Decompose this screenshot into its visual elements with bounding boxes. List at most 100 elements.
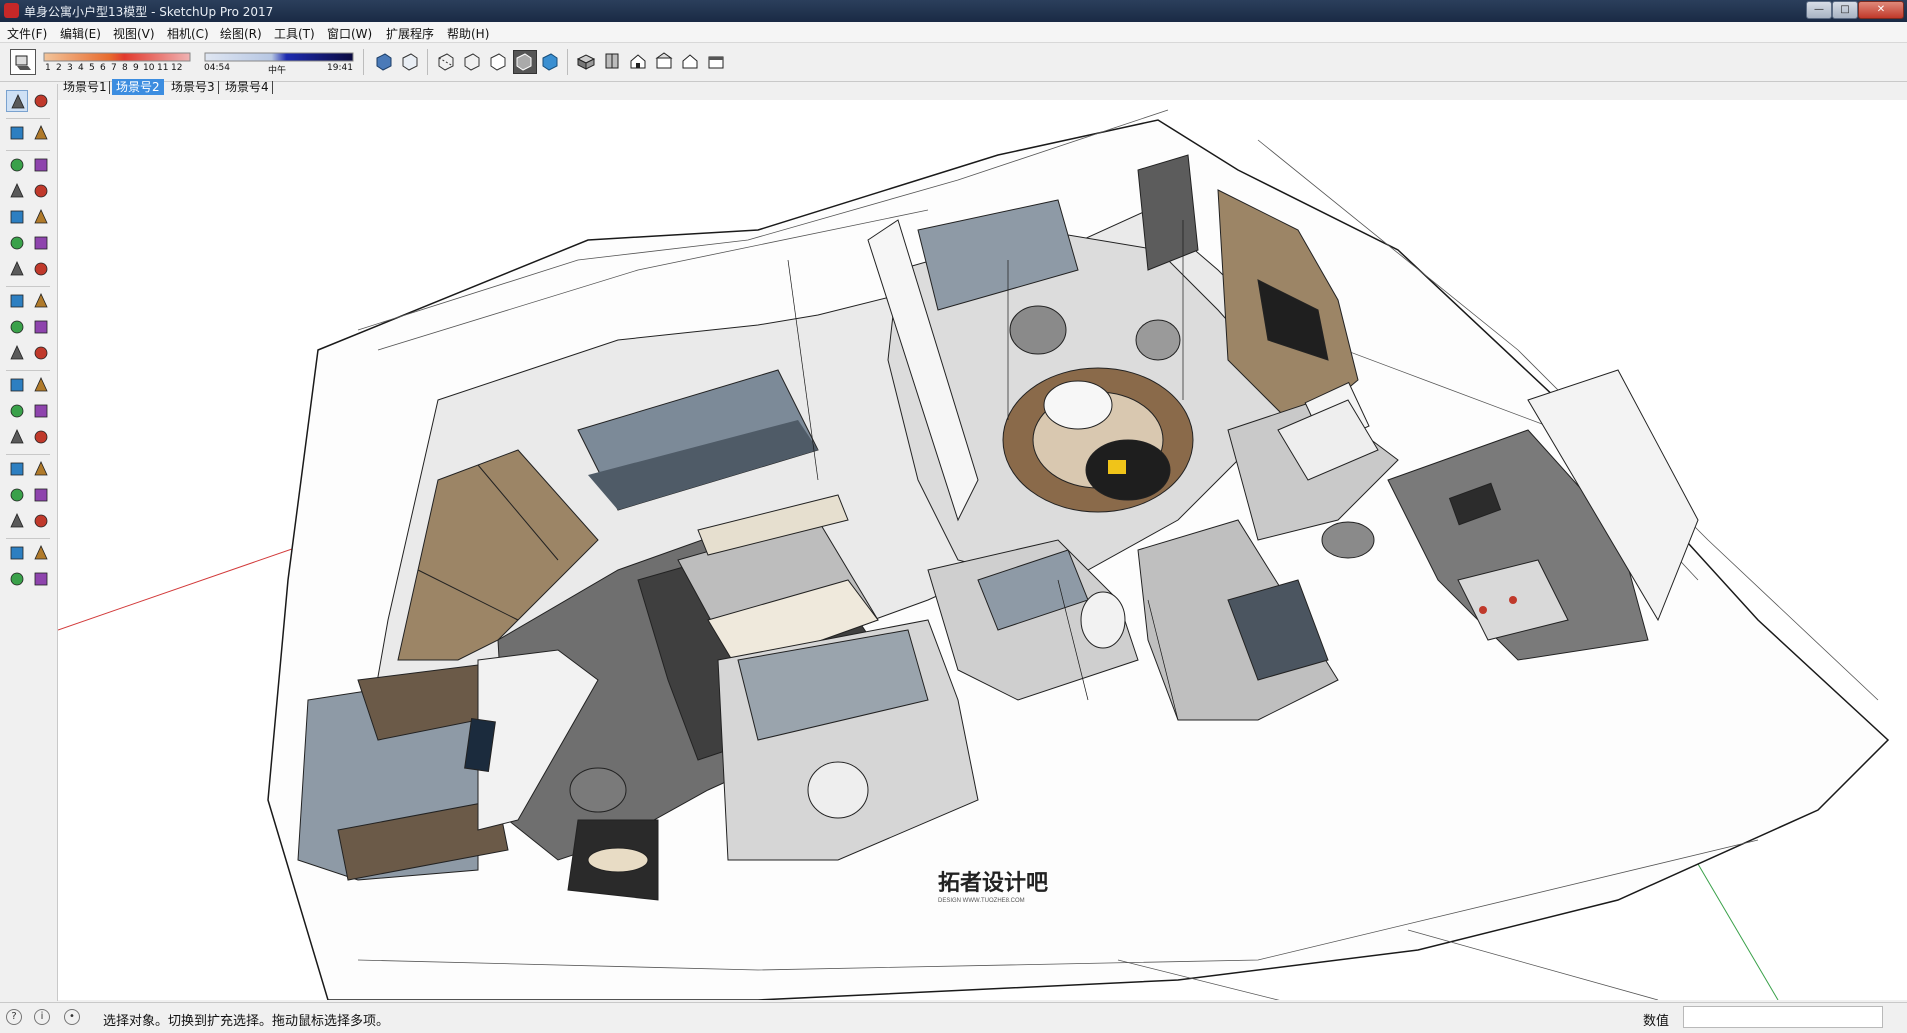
shadow-date-slider[interactable]: 1 2 3 4 5 6 7 8 9 10 11 12 (42, 49, 192, 75)
shaded-textures-style-button[interactable] (539, 50, 561, 72)
menu-file[interactable]: 文件(F) (7, 25, 47, 42)
month-tick: 6 (100, 63, 106, 73)
zoom-tool-button[interactable] (6, 484, 28, 506)
circle-tool-icon (10, 210, 24, 224)
hiddenline-style-button[interactable] (487, 50, 509, 72)
two-point-arc-icon (34, 236, 48, 250)
position-camera-icon (10, 546, 24, 560)
right-view-button[interactable] (653, 50, 675, 72)
rotate-tool-button[interactable] (6, 316, 28, 338)
fog-button[interactable] (373, 50, 395, 72)
zoom-window-button[interactable] (30, 484, 52, 506)
follow-me-button[interactable] (30, 316, 52, 338)
month-tick: 12 (171, 63, 183, 73)
scene-tab-1[interactable]: 场景号1 (59, 79, 111, 95)
push-pull-button[interactable] (30, 290, 52, 312)
menu-view[interactable]: 视图(V) (113, 25, 155, 42)
month-tick: 3 (67, 63, 73, 73)
select-tool-button[interactable] (6, 90, 28, 112)
move-tool-button[interactable] (6, 290, 28, 312)
orbit-tool-button[interactable] (6, 458, 28, 480)
geo-location-icon[interactable]: ? (6, 1009, 22, 1025)
month-tick: 10 (143, 63, 155, 73)
zoom-extents-button[interactable] (6, 510, 28, 532)
left-view-button[interactable] (705, 50, 727, 72)
axes-tool-button[interactable] (6, 426, 28, 448)
menu-help[interactable]: 帮助(H) (447, 25, 489, 42)
shadows-toggle-button[interactable] (10, 49, 36, 75)
shadows-toggle-icon (15, 55, 31, 70)
sketchup-app-icon (4, 3, 19, 18)
shaded-style-icon (516, 53, 532, 71)
3d-text-button[interactable] (30, 426, 52, 448)
backedges-style-button[interactable] (435, 50, 457, 72)
paint-bucket-button[interactable] (6, 122, 28, 144)
previous-view-button[interactable] (30, 510, 52, 532)
menu-camera[interactable]: 相机(C) (167, 25, 209, 42)
menu-tools[interactable]: 工具(T) (274, 25, 315, 42)
circle-tool-button[interactable] (6, 206, 28, 228)
minimize-button[interactable]: — (1806, 1, 1832, 19)
pie-tool-button[interactable] (30, 258, 52, 280)
menu-draw[interactable]: 绘图(R) (220, 25, 262, 42)
model-viewport[interactable]: 拓者设计吧 DESIGN WWW.TUOZHE8.COM (58, 100, 1907, 1000)
scene-tab-3[interactable]: 场景号3 (167, 79, 219, 95)
three-point-arc-button[interactable] (6, 258, 28, 280)
scene-tab-2[interactable]: 场景号2 (112, 79, 164, 95)
freehand-tool-button[interactable] (30, 154, 52, 176)
two-point-arc-button[interactable] (30, 232, 52, 254)
month-tick: 2 (56, 63, 62, 73)
zoom-window-icon (34, 488, 48, 502)
protractor-button[interactable] (6, 400, 28, 422)
section-plane-button[interactable] (30, 568, 52, 590)
shaded-style-button[interactable] (513, 50, 537, 74)
shadow-time-slider[interactable]: 04:54 中午 19:41 (203, 49, 355, 76)
walk-tool-button[interactable] (6, 568, 28, 590)
previous-view-icon (34, 514, 48, 528)
push-pull-icon (34, 293, 48, 308)
line-tool-button[interactable] (6, 154, 28, 176)
shadow-date-gradient (43, 52, 191, 62)
dimension-tool-button[interactable] (30, 374, 52, 396)
measurements-input[interactable] (1683, 1006, 1883, 1028)
tape-measure-button[interactable] (6, 374, 28, 396)
offset-tool-button[interactable] (30, 342, 52, 364)
iso-view-button[interactable] (575, 50, 597, 72)
rotated-rectangle-button[interactable] (30, 180, 52, 202)
close-button[interactable]: ✕ (1858, 1, 1904, 19)
front-view-button[interactable] (627, 50, 649, 72)
position-camera-button[interactable] (6, 542, 28, 564)
tool-group-separator (6, 118, 50, 119)
info-icon[interactable]: i (34, 1009, 50, 1025)
eraser-button[interactable] (30, 122, 52, 144)
look-around-button[interactable] (30, 542, 52, 564)
look-around-icon (34, 545, 48, 560)
pie-tool-icon (34, 262, 48, 276)
arc-tool-button[interactable] (6, 232, 28, 254)
xray-style-button[interactable] (399, 50, 421, 72)
desk-chair (569, 767, 627, 813)
polygon-tool-button[interactable] (30, 206, 52, 228)
scene-tab-4[interactable]: 场景号4 (221, 79, 273, 95)
wireframe-style-button[interactable] (461, 50, 483, 72)
top-view-button[interactable] (601, 50, 623, 72)
minimize-icon: — (1814, 4, 1824, 15)
rectangle-tool-button[interactable] (6, 180, 28, 202)
maximize-button[interactable]: □ (1832, 1, 1858, 19)
red-axis-line (58, 539, 319, 631)
model-drawing: 拓者设计吧 DESIGN WWW.TUOZHE8.COM (58, 109, 1890, 1000)
zoom-extents-icon (10, 513, 24, 528)
back-view-button[interactable] (679, 50, 701, 72)
text-tool-button[interactable] (30, 400, 52, 422)
make-component-button[interactable] (30, 90, 52, 112)
menu-extensions[interactable]: 扩展程序 (386, 25, 434, 42)
user-icon[interactable]: • (64, 1009, 80, 1025)
toilet (1080, 591, 1126, 649)
scale-tool-button[interactable] (6, 342, 28, 364)
pan-tool-button[interactable] (30, 458, 52, 480)
tool-group-separator (6, 286, 50, 287)
month-tick: 8 (122, 63, 128, 73)
select-tool-icon (11, 94, 25, 109)
menu-edit[interactable]: 编辑(E) (60, 25, 101, 42)
menu-window[interactable]: 窗口(W) (327, 25, 372, 42)
